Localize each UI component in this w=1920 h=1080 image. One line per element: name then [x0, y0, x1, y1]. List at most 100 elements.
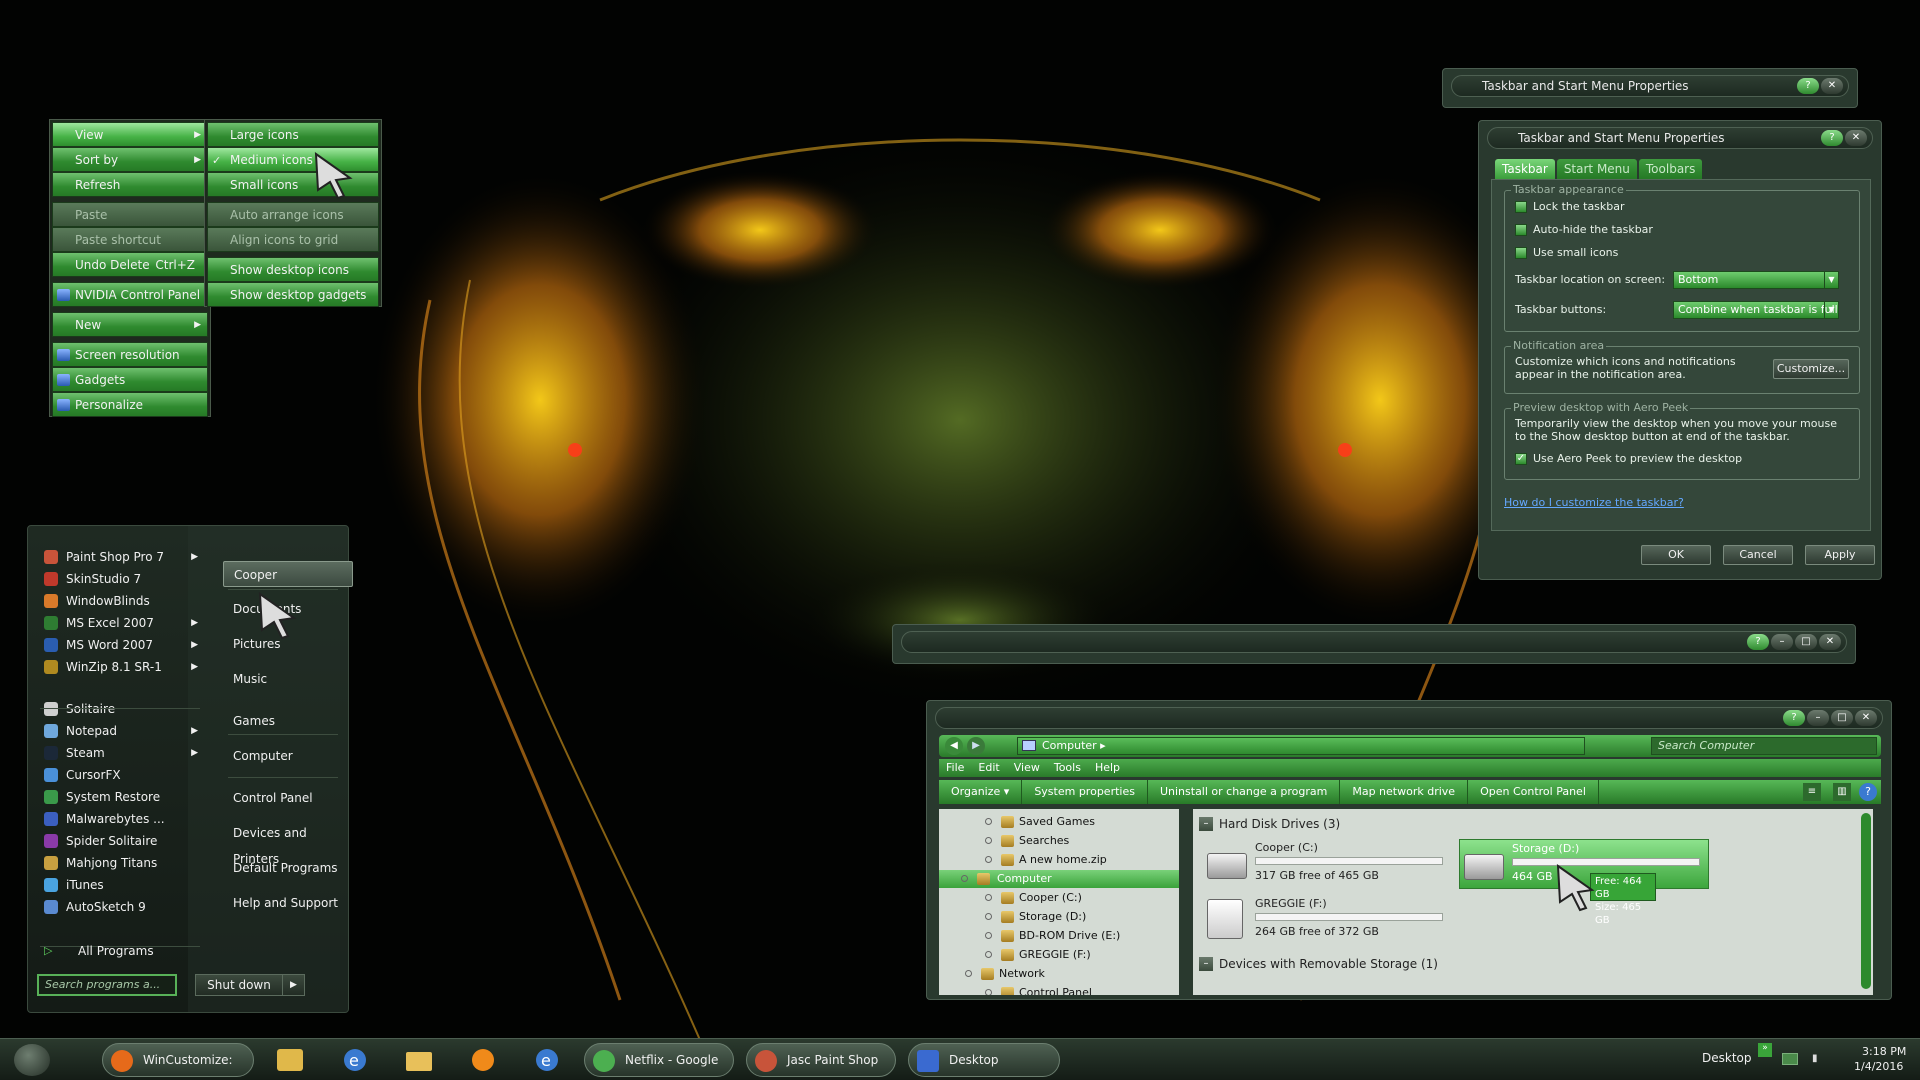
close-button[interactable]: ✕	[1845, 130, 1867, 146]
start-right-control-panel[interactable]: Control Panel	[223, 785, 353, 811]
explorer-search-input[interactable]: Search Computer	[1651, 737, 1877, 755]
help-button[interactable]: ?	[1797, 78, 1819, 94]
expand-icon[interactable]	[965, 970, 972, 977]
organize-button[interactable]: Organize ▾	[939, 780, 1023, 804]
start-right-devices-and-printers[interactable]: Devices and Printers	[223, 820, 353, 866]
map-network-drive-button[interactable]: Map network drive	[1340, 780, 1469, 804]
program-itunes[interactable]: iTunes	[36, 874, 206, 896]
menu-file[interactable]: File	[939, 759, 971, 777]
expand-icon[interactable]	[985, 913, 992, 920]
pinned-media-icon[interactable]	[466, 1045, 500, 1075]
tab-taskbar[interactable]: Taskbar	[1495, 159, 1555, 179]
expand-icon[interactable]	[961, 875, 968, 882]
start-right-games[interactable]: Games	[223, 708, 353, 734]
aero-peek-checkbox[interactable]: ✓ Use Aero Peek to preview the desktop	[1515, 451, 1742, 467]
program-ms-word-2007[interactable]: MS Word 2007 ▶	[36, 634, 206, 656]
expand-icon[interactable]	[985, 856, 992, 863]
autohide-checkbox[interactable]: Auto-hide the taskbar	[1515, 222, 1653, 238]
menu-item-refresh[interactable]: Refresh	[52, 172, 208, 197]
help-button[interactable]: ?	[1747, 634, 1769, 650]
taskbar-button-wincustomize[interactable]: WinCustomize: Expl...	[102, 1043, 254, 1077]
program-spider-solitaire[interactable]: Spider Solitaire	[36, 830, 206, 852]
nav-item-a-new-home-zip[interactable]: A new home.zip	[985, 851, 1107, 869]
expand-icon[interactable]	[985, 818, 992, 825]
program-winzip-8-1-sr-1[interactable]: WinZip 8.1 SR-1 ▶	[36, 656, 206, 678]
ok-button[interactable]: OK	[1641, 545, 1711, 565]
nav-item-network[interactable]: Network	[965, 965, 1045, 983]
taskbar-button-netflix[interactable]: Netflix - Google Chr...	[584, 1043, 734, 1077]
customize-button[interactable]: Customize...	[1773, 359, 1849, 379]
menu-item-sort-by[interactable]: Sort by ▶	[52, 147, 208, 172]
menu-edit[interactable]: Edit	[971, 759, 1006, 777]
menu-item-new[interactable]: New ▶	[52, 312, 208, 337]
nav-item-cooper-c[interactable]: Cooper (C:)	[985, 889, 1082, 907]
expand-icon[interactable]	[985, 989, 992, 995]
program-cursorfx[interactable]: CursorFX	[36, 764, 206, 786]
start-search-input[interactable]: Search programs a...	[37, 974, 177, 996]
nav-item-computer[interactable]: Computer	[939, 870, 1179, 888]
pinned-ie2-icon[interactable]: e	[530, 1045, 564, 1075]
location-select[interactable]: Bottom ▼	[1673, 271, 1839, 289]
cancel-button[interactable]: Cancel	[1723, 545, 1793, 565]
scrollbar[interactable]	[1861, 813, 1871, 989]
program-paint-shop-pro-7[interactable]: Paint Shop Pro 7 ▶	[36, 546, 206, 568]
program-system-restore[interactable]: System Restore	[36, 786, 206, 808]
menu-item-view[interactable]: View ▶	[52, 122, 208, 147]
program-malwarebytes[interactable]: Malwarebytes ...	[36, 808, 206, 830]
menu-item-show-desktop-gadgets[interactable]: Show desktop gadgets	[207, 282, 379, 307]
back-button[interactable]: ◀	[945, 737, 963, 755]
start-right-computer[interactable]: Computer	[223, 743, 353, 769]
nav-item-searches[interactable]: Searches	[985, 832, 1069, 850]
menu-item-gadgets[interactable]: Gadgets	[52, 367, 208, 392]
preview-pane-icon[interactable]: ▥	[1833, 783, 1851, 801]
menu-item-large-icons[interactable]: Large icons	[207, 122, 379, 147]
taskbar-properties-window-back[interactable]: Taskbar and Start Menu Properties ? ✕	[1442, 68, 1858, 108]
clock-date[interactable]: 1/4/2016	[1854, 1060, 1903, 1073]
help-button[interactable]: ?	[1821, 130, 1843, 146]
menu-item-paste[interactable]: Paste	[52, 202, 208, 227]
notification-icon[interactable]	[1782, 1053, 1798, 1065]
program-mahjong-titans[interactable]: Mahjong Titans	[36, 852, 206, 874]
program-steam[interactable]: Steam ▶	[36, 742, 206, 764]
menu-item-personalize[interactable]: Personalize	[52, 392, 208, 417]
all-programs[interactable]: ▷ All Programs	[36, 940, 206, 962]
program-autosketch-9[interactable]: AutoSketch 9	[36, 896, 206, 918]
buttons-select[interactable]: Combine when taskbar is full ▼	[1673, 301, 1839, 319]
menu-item-align-icons-to-grid[interactable]: Align icons to grid	[207, 227, 379, 252]
menu-item-auto-arrange-icons[interactable]: Auto arrange icons	[207, 202, 379, 227]
pinned-mail-icon[interactable]	[273, 1045, 307, 1075]
close-button[interactable]: ✕	[1855, 710, 1877, 726]
nav-item-control-panel[interactable]: Control Panel	[985, 984, 1092, 995]
start-button[interactable]	[14, 1044, 50, 1076]
program-solitaire[interactable]: Solitaire	[36, 698, 206, 720]
program-skinstudio-7[interactable]: SkinStudio 7	[36, 568, 206, 590]
start-right-cooper[interactable]: Cooper	[223, 561, 353, 587]
drive-f[interactable]: GREGGIE (F:) 264 GB free of 372 GB	[1203, 895, 1453, 945]
maximize-button[interactable]: □	[1831, 710, 1853, 726]
minimize-button[interactable]: –	[1771, 634, 1793, 650]
removable-group-header[interactable]: – Devices with Removable Storage (1)	[1199, 955, 1438, 973]
address-crumb[interactable]: Computer ▸	[1017, 737, 1585, 755]
desktop[interactable]: View ▶ Sort by ▶ Refresh Paste Paste shortcut U…	[0, 0, 1920, 1080]
menu-tools[interactable]: Tools	[1047, 759, 1088, 777]
help-button[interactable]: ?	[1783, 710, 1805, 726]
start-right-music[interactable]: Music	[223, 666, 353, 692]
menu-item-nvidia-control-panel[interactable]: NVIDIA Control Panel	[52, 282, 208, 307]
lock-taskbar-checkbox[interactable]: Lock the taskbar	[1515, 199, 1625, 215]
taskbar-button-paintshop[interactable]: Jasc Paint Shop Pr...	[746, 1043, 896, 1077]
pinned-ie-icon[interactable]: e	[338, 1045, 372, 1075]
nav-item-bd-rom-drive-e[interactable]: BD-ROM Drive (E:)	[985, 927, 1120, 945]
start-right-help-and-support[interactable]: Help and Support	[223, 890, 353, 916]
expand-icon[interactable]	[985, 894, 992, 901]
help-link[interactable]: How do I customize the taskbar?	[1504, 496, 1684, 509]
menu-item-screen-resolution[interactable]: Screen resolution	[52, 342, 208, 367]
help-icon[interactable]: ?	[1859, 783, 1877, 801]
expand-icon[interactable]	[985, 951, 992, 958]
hdd-group-header[interactable]: – Hard Disk Drives (3)	[1199, 815, 1340, 833]
menu-item-show-desktop-icons[interactable]: Show desktop icons	[207, 257, 379, 282]
menu-item-paste-shortcut[interactable]: Paste shortcut	[52, 227, 208, 252]
uninstall-program-button[interactable]: Uninstall or change a program	[1148, 780, 1341, 804]
minimized-window[interactable]: ? – □ ✕	[892, 624, 1856, 664]
clock-time[interactable]: 3:18 PM	[1862, 1045, 1906, 1058]
network-icon[interactable]: ▮	[1812, 1053, 1826, 1065]
